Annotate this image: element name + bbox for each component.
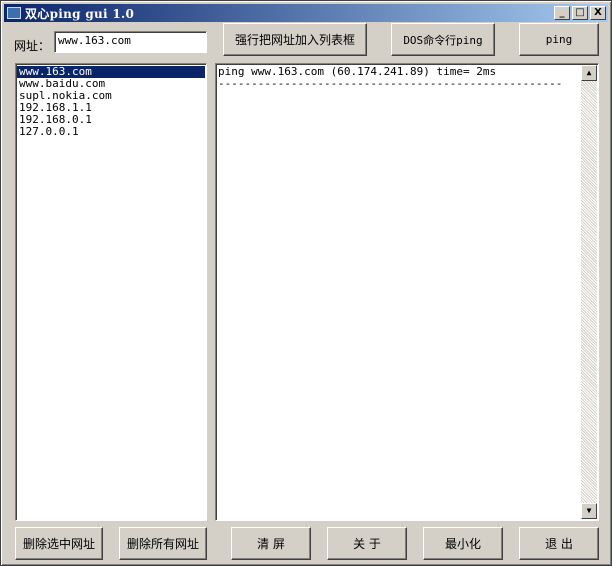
exit-button[interactable]: 退 出 [519,527,599,560]
delete-all-urls-button[interactable]: 删除所有网址 [119,527,207,560]
url-input[interactable]: www.163.com [54,31,207,53]
delete-selected-url-button[interactable]: 删除选中网址 [15,527,103,560]
about-button[interactable]: 关 于 [327,527,407,560]
app-window: 双心ping gui 1.0 _ □ X 网址： www.163.com 强行把… [0,0,612,566]
minimize-button[interactable]: 最小化 [423,527,503,560]
output-separator: ----------------------------------------… [218,77,563,90]
app-icon [7,7,21,19]
force-add-to-list-button[interactable]: 强行把网址加入列表框 [223,23,367,56]
title-bar[interactable]: 双心ping gui 1.0 _ □ X [4,4,608,22]
scroll-down-icon[interactable]: ▼ [581,503,597,519]
minimize-window-button[interactable]: _ [554,6,570,20]
url-label: 网址： [14,39,51,53]
dos-ping-button[interactable]: DOS命令行ping [391,23,495,56]
vertical-scrollbar[interactable]: ▲ ▼ [581,65,597,519]
list-item[interactable]: 127.0.0.1 [17,126,205,138]
maximize-window-button[interactable]: □ [572,6,588,20]
output-textarea[interactable]: ping www.163.com (60.174.241.89) time= 2… [215,63,599,521]
url-list[interactable]: www.163.com www.baidu.com supl.nokia.com… [15,63,207,521]
close-window-button[interactable]: X [590,6,606,20]
scroll-up-icon[interactable]: ▲ [581,65,597,81]
clear-screen-button[interactable]: 清 屏 [231,527,311,560]
window-controls: _ □ X [554,6,606,20]
ping-button[interactable]: ping [519,23,599,56]
window-title: 双心ping gui 1.0 [25,6,135,21]
